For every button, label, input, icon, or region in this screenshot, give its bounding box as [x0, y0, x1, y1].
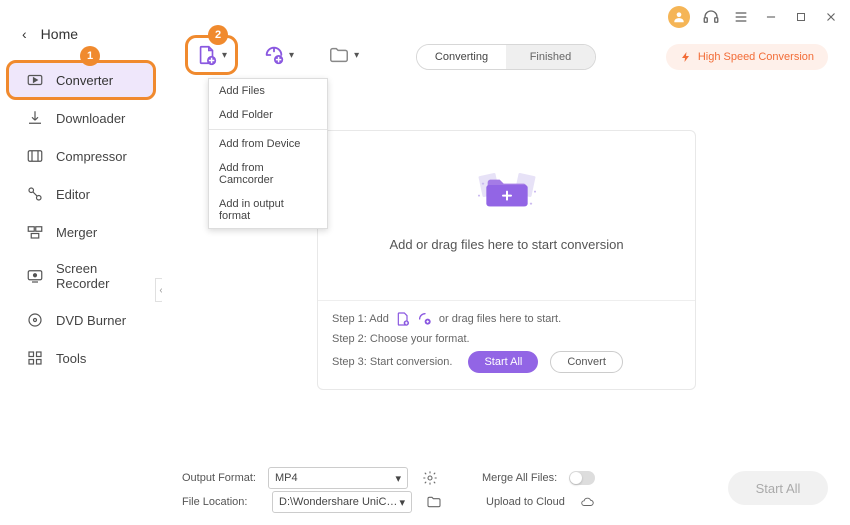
start-all-button[interactable]: Start All	[728, 471, 828, 505]
cloud-icon[interactable]	[577, 492, 597, 512]
sidebar-item-label: Screen Recorder	[56, 261, 136, 291]
add-file-dropdown: Add Files Add Folder Add from Device Add…	[208, 78, 328, 229]
sidebar-item-label: DVD Burner	[56, 313, 126, 328]
sidebar-item-label: Compressor	[56, 149, 127, 164]
add-folder-button[interactable]: ▾	[322, 38, 365, 72]
caret-down-icon: ▾	[289, 50, 294, 61]
add-file-icon	[196, 44, 218, 66]
step1-pre: Step 1: Add	[332, 313, 389, 325]
dropdown-separator	[209, 129, 327, 130]
drop-area[interactable]: Add or drag files here to start conversi…	[317, 130, 696, 390]
merge-toggle[interactable]	[569, 471, 595, 485]
high-speed-label: High Speed Conversion	[698, 51, 814, 63]
caret-down-icon: ▾	[354, 50, 359, 61]
dropdown-item-add-folder[interactable]: Add Folder	[209, 103, 327, 127]
callout-badge-1: 1	[80, 46, 100, 66]
sidebar-item-editor[interactable]: Editor	[8, 176, 154, 212]
folder-icon	[328, 44, 350, 66]
caret-down-icon: ▾	[399, 496, 405, 509]
high-speed-conversion-button[interactable]: High Speed Conversion	[666, 44, 828, 70]
minimize-button[interactable]	[762, 8, 780, 26]
sidebar-item-screen-recorder[interactable]: Screen Recorder	[8, 252, 154, 300]
dropdown-item-add-camcorder[interactable]: Add from Camcorder	[209, 156, 327, 192]
convert-mini-button[interactable]: Convert	[550, 351, 623, 373]
compressor-icon	[26, 147, 44, 165]
home-label: Home	[41, 26, 78, 42]
output-format-label: Output Format:	[182, 472, 256, 484]
open-folder-icon[interactable]	[424, 492, 444, 512]
dvd-burner-icon	[26, 311, 44, 329]
file-location-select[interactable]: D:\Wondershare UniConverter 1 ▾	[272, 491, 412, 513]
dropdown-item-add-files[interactable]: Add Files	[209, 79, 327, 103]
sidebar-item-downloader[interactable]: Downloader	[8, 100, 154, 136]
step3-text: Step 3: Start conversion.	[332, 356, 452, 368]
hamburger-menu-icon[interactable]	[732, 8, 750, 26]
close-button[interactable]	[822, 8, 840, 26]
add-url-icon	[263, 44, 285, 66]
headset-icon[interactable]	[702, 8, 720, 26]
sidebar-item-label: Downloader	[56, 111, 125, 126]
dropdown-item-add-device[interactable]: Add from Device	[209, 132, 327, 156]
step1-post: or drag files here to start.	[439, 313, 561, 325]
sidebar-item-label: Editor	[56, 187, 90, 202]
editor-icon	[26, 185, 44, 203]
start-all-mini-button[interactable]: Start All	[468, 351, 538, 373]
file-location-label: File Location:	[182, 496, 260, 508]
sidebar-item-merger[interactable]: Merger	[8, 214, 154, 250]
sidebar-item-compressor[interactable]: Compressor	[8, 138, 154, 174]
sidebar-item-tools[interactable]: Tools	[8, 340, 154, 376]
add-url-button[interactable]: ▾	[257, 38, 300, 72]
callout-badge-2: 2	[208, 25, 228, 45]
dropdown-item-add-output-format[interactable]: Add in output format	[209, 192, 327, 228]
drop-text: Add or drag files here to start conversi…	[389, 237, 623, 252]
merge-label: Merge All Files:	[482, 472, 557, 484]
caret-down-icon: ▾	[222, 50, 227, 61]
maximize-button[interactable]	[792, 8, 810, 26]
sidebar-item-converter[interactable]: Converter	[8, 62, 154, 98]
sidebar-item-dvd-burner[interactable]: DVD Burner	[8, 302, 154, 338]
bolt-icon	[680, 50, 692, 64]
add-file-mini-icon[interactable]	[395, 311, 411, 327]
step-2-line: Step 2: Choose your format.	[332, 333, 681, 345]
sidebar-item-label: Tools	[56, 351, 86, 366]
upload-cloud-label: Upload to Cloud	[486, 496, 565, 508]
tab-converting[interactable]: Converting	[417, 45, 506, 69]
merger-icon	[26, 223, 44, 241]
output-format-value: MP4	[275, 472, 298, 484]
converter-icon	[26, 71, 44, 89]
add-url-mini-icon[interactable]	[417, 311, 433, 327]
chevron-left-icon: ‹	[22, 26, 27, 42]
file-location-value: D:\Wondershare UniConverter 1	[279, 496, 399, 508]
step-3-line: Step 3: Start conversion. Start All Conv…	[332, 351, 681, 373]
screen-recorder-icon	[26, 267, 44, 285]
sidebar-item-label: Merger	[56, 225, 97, 240]
tools-icon	[26, 349, 44, 367]
step-1-line: Step 1: Add or drag files here to start.	[332, 311, 681, 327]
tabs-segment: Converting Finished	[416, 44, 596, 70]
folder-illustration	[467, 159, 547, 219]
caret-down-icon: ▾	[395, 472, 401, 485]
avatar[interactable]	[668, 6, 690, 28]
output-format-select[interactable]: MP4 ▾	[268, 467, 408, 489]
output-settings-icon[interactable]	[420, 468, 440, 488]
sidebar-item-label: Converter	[56, 73, 113, 88]
tab-finished[interactable]: Finished	[506, 45, 595, 69]
downloader-icon	[26, 109, 44, 127]
